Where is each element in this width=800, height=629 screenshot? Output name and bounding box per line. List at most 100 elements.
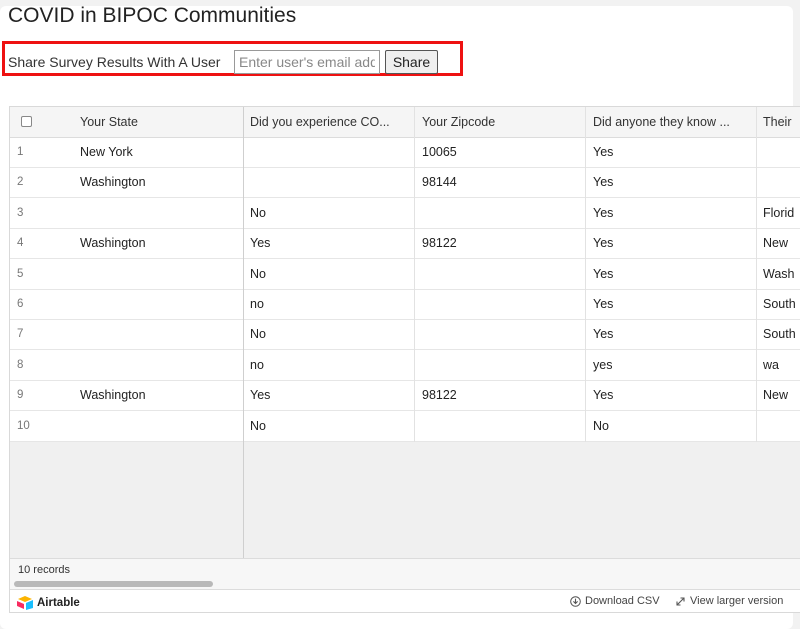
table-cell[interactable]: Yes — [587, 199, 757, 229]
table-cell[interactable]: Yes — [244, 381, 415, 411]
table-row[interactable]: 9 Washington Yes 98122 Yes New — [10, 381, 800, 412]
table-cell[interactable]: no — [244, 290, 415, 320]
page-title: COVID in BIPOC Communities — [8, 4, 297, 27]
horizontal-scrollbar[interactable] — [14, 581, 213, 587]
column-divider — [756, 107, 757, 442]
table-cell[interactable]: 10065 — [416, 138, 586, 168]
table-cell[interactable]: 98122 — [416, 229, 586, 259]
table-row[interactable]: 8 no yes wa — [10, 351, 800, 381]
table-cell[interactable]: Florid — [757, 199, 800, 229]
table-cell[interactable]: Yes — [244, 229, 415, 259]
row-number: 5 — [17, 267, 24, 280]
table-cell[interactable]: South — [757, 320, 800, 350]
table-cell[interactable]: Yes — [587, 229, 757, 259]
row-number: 7 — [17, 328, 24, 341]
table-cell[interactable] — [244, 168, 415, 198]
row-number: 2 — [17, 176, 24, 189]
table-row[interactable]: 2 Washington 98144 Yes — [10, 168, 800, 199]
frozen-column-divider — [243, 107, 244, 589]
table-cell[interactable] — [244, 138, 415, 168]
row-number: 8 — [17, 358, 24, 371]
column-divider — [585, 107, 586, 442]
table-cell[interactable]: 98122 — [416, 381, 586, 411]
airtable-embed: Your State Did you experience CO... Your… — [9, 106, 800, 613]
airtable-logo-text: Airtable — [37, 596, 80, 609]
table-cell[interactable]: no — [244, 351, 415, 381]
table-cell[interactable] — [757, 412, 800, 442]
table-row[interactable]: 5 No Yes Wash — [10, 260, 800, 290]
table-cell[interactable]: No — [244, 199, 415, 229]
table-row[interactable]: 1 New York 10065 Yes — [10, 138, 800, 168]
table-cell[interactable]: yes — [587, 351, 757, 381]
table-cell[interactable]: Washington — [74, 168, 243, 198]
table-cell[interactable] — [74, 260, 243, 290]
table-cell[interactable] — [74, 412, 243, 442]
table-cell[interactable] — [416, 260, 586, 290]
download-icon — [570, 595, 581, 607]
table-cell[interactable]: No — [587, 412, 757, 442]
table-cell[interactable]: 98144 — [416, 168, 586, 198]
table-row[interactable]: 4 Washington Yes 98122 Yes New — [10, 229, 800, 260]
column-header-zipcode[interactable]: Your Zipcode — [416, 107, 586, 137]
table-cell[interactable] — [416, 351, 586, 381]
row-number: 9 — [17, 389, 24, 402]
table-cell[interactable] — [74, 351, 243, 381]
grid-empty-area — [10, 442, 800, 558]
column-divider — [414, 107, 415, 442]
column-header-known[interactable]: Did anyone they know ... — [587, 107, 757, 137]
row-number: 10 — [17, 419, 30, 432]
table-cell[interactable] — [416, 199, 586, 229]
table-cell[interactable]: Wash — [757, 260, 800, 290]
row-number: 4 — [17, 237, 24, 250]
grid-footer: 10 records — [10, 558, 800, 590]
expand-arrows-icon — [676, 596, 685, 606]
column-header-state[interactable]: Your State — [74, 107, 243, 137]
table-cell[interactable] — [74, 199, 243, 229]
column-header-their[interactable]: Their — [757, 107, 800, 137]
table-cell[interactable]: New York — [74, 138, 243, 168]
table-cell[interactable]: New — [757, 229, 800, 259]
table-cell[interactable]: No — [244, 412, 415, 442]
view-larger-label: View larger version — [690, 595, 784, 607]
table-cell[interactable] — [416, 290, 586, 320]
table-cell[interactable]: South — [757, 290, 800, 320]
download-csv-label: Download CSV — [585, 595, 660, 607]
table-cell[interactable]: Washington — [74, 381, 243, 411]
row-number: 6 — [17, 298, 24, 310]
table-cell[interactable] — [74, 290, 243, 320]
column-header-covid[interactable]: Did you experience CO... — [244, 107, 415, 137]
table-cell[interactable]: wa — [757, 351, 800, 381]
table-cell[interactable] — [416, 412, 586, 442]
table-cell[interactable]: Yes — [587, 381, 757, 411]
table-row[interactable]: 3 No Yes Florid — [10, 199, 800, 229]
share-button[interactable]: Share — [385, 50, 438, 74]
table-cell[interactable]: Yes — [587, 168, 757, 198]
table-row[interactable]: 7 No Yes South — [10, 320, 800, 351]
table-cell[interactable] — [416, 320, 586, 350]
record-count: 10 records — [18, 564, 70, 576]
table-cell[interactable]: Washington — [74, 229, 243, 259]
table-cell[interactable]: Yes — [587, 138, 757, 168]
row-number: 3 — [17, 206, 24, 219]
table-cell[interactable]: Yes — [587, 320, 757, 350]
table-cell[interactable] — [757, 138, 800, 168]
table-cell[interactable] — [74, 320, 243, 350]
table-cell[interactable] — [757, 168, 800, 198]
download-csv-link[interactable]: Download CSV — [570, 595, 660, 607]
grid-header: Your State Did you experience CO... Your… — [10, 107, 800, 138]
select-all-checkbox[interactable] — [21, 116, 32, 127]
table-row[interactable]: 6 no Yes South — [10, 290, 800, 320]
airtable-logo[interactable]: Airtable — [16, 595, 80, 610]
table-row[interactable]: 10 No No — [10, 412, 800, 442]
share-label: Share Survey Results With A User — [8, 54, 221, 70]
table-cell[interactable]: New — [757, 381, 800, 411]
airtable-logo-icon — [17, 595, 33, 610]
row-number: 1 — [17, 146, 24, 158]
table-cell[interactable]: No — [244, 320, 415, 350]
email-input[interactable] — [234, 50, 380, 74]
table-cell[interactable]: Yes — [587, 260, 757, 290]
embed-bottom-bar: Airtable Download CSV View larger versio… — [10, 589, 800, 612]
table-cell[interactable]: No — [244, 260, 415, 290]
view-larger-link[interactable]: View larger version — [675, 595, 783, 607]
table-cell[interactable]: Yes — [587, 290, 757, 320]
